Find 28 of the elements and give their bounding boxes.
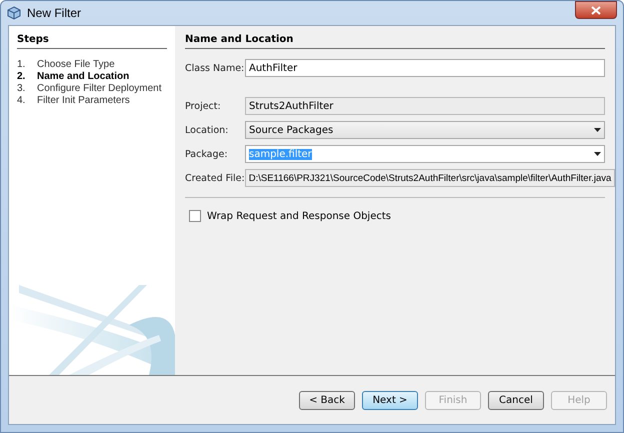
dialog-button[interactable]: Cancel [488,390,544,410]
section-heading: Name and Location [185,34,605,49]
cube-icon [7,6,21,20]
close-icon [591,6,601,14]
field-label: Created File: [185,172,245,184]
steps-heading: Steps [17,34,167,49]
field-label: Class Name: [185,62,245,74]
field-value: Struts2AuthFilter [249,100,334,112]
dialog-button[interactable]: Next > [362,390,418,410]
dropdown-arrow-icon [594,152,601,156]
window-title: New Filter [27,6,82,20]
field-label: Package: [185,148,229,160]
field-value: Source Packages [249,124,334,136]
checkbox[interactable] [189,210,201,222]
checkbox-label: Wrap Request and Response Objects [207,210,391,222]
field-value: D:\SE1166\PRJ321\SourceCode\Struts2AuthFilter\src\java\sample\filter\AuthFilter.java [248,172,612,184]
field-value: AuthFilter [249,62,298,74]
step-item: 3. Configure Filter Deployment [17,83,162,95]
combo-box[interactable]: Source Packages [245,121,605,139]
step-item: 1. Choose File Type [17,59,116,71]
step-item: 2. Name and Location [17,71,130,83]
step-item: 4. Filter Init Parameters [17,95,131,107]
dropdown-arrow-icon [594,128,601,132]
text-field[interactable]: AuthFilter [245,59,605,77]
close-button[interactable] [575,1,617,19]
field-label: Location: [185,124,230,136]
dialog-button[interactable]: < Back [299,390,355,410]
field-label: Project: [185,100,222,112]
